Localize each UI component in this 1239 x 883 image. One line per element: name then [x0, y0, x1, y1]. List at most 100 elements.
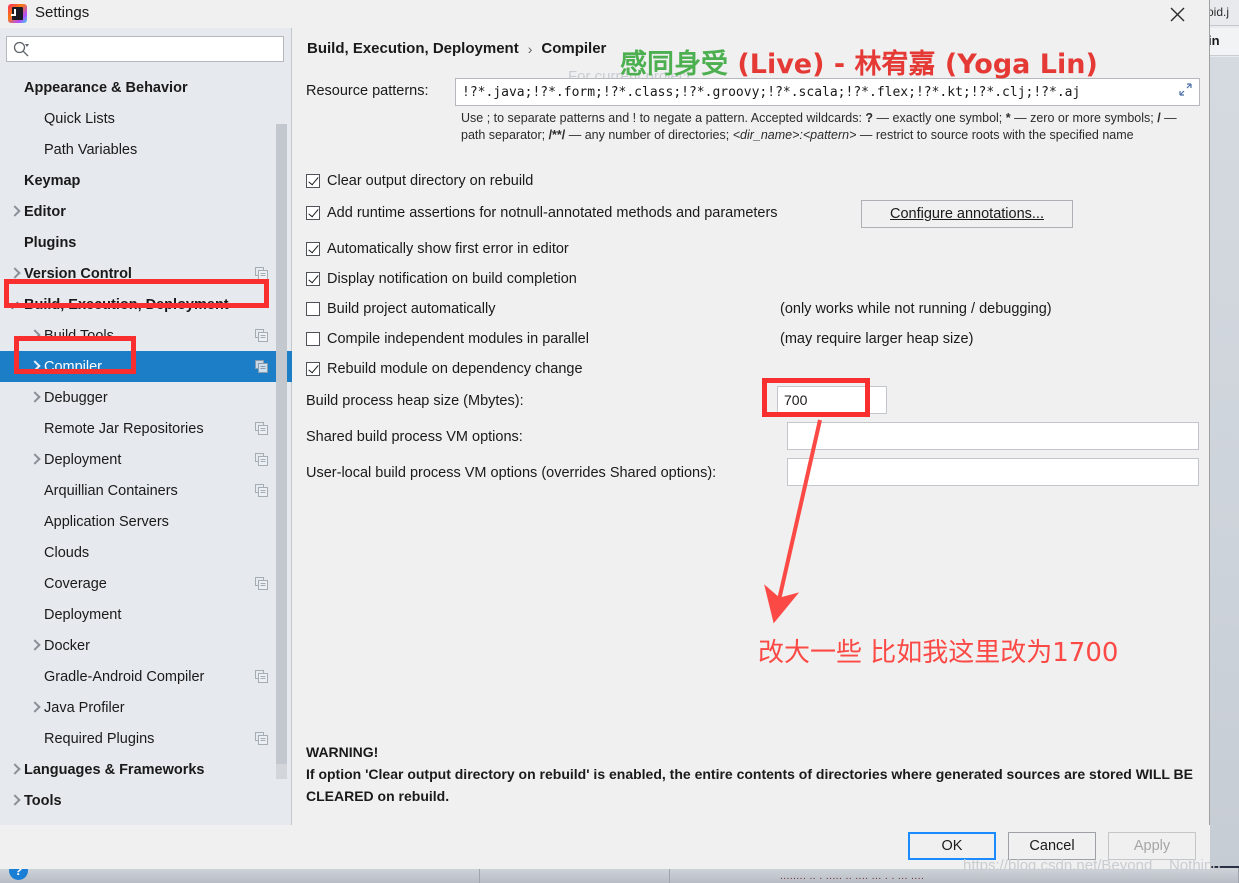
- checkbox-label-clear-output: Clear output directory on rebuild: [327, 173, 534, 189]
- sidebar-item-clouds[interactable]: Clouds: [0, 537, 292, 568]
- copy-icon[interactable]: [255, 360, 268, 373]
- help-part3: — zero or more symbols;: [1010, 111, 1158, 125]
- heap-size-input[interactable]: [777, 386, 887, 414]
- checkbox-row-runtime-assertions[interactable]: Add runtime assertions for notnull-annot…: [306, 205, 778, 221]
- settings-tree[interactable]: Appearance & Behavior Quick Lists Path Var…: [0, 72, 292, 825]
- ok-button-label: OK: [941, 838, 963, 854]
- configure-annotations-button[interactable]: Configure annotations...: [861, 200, 1073, 228]
- sidebar-item-docker[interactable]: Docker: [0, 630, 292, 661]
- checkbox-label-rebuild-on-dependency: Rebuild module on dependency change: [327, 361, 583, 377]
- chevron-right-icon[interactable]: [28, 360, 41, 373]
- warning-block: WARNING! If option 'Clear output directo…: [306, 741, 1201, 807]
- sidebar-scrollbar[interactable]: [276, 124, 287, 779]
- copy-icon[interactable]: [255, 484, 268, 497]
- checkbox-build-automatically[interactable]: [306, 302, 320, 316]
- checkbox-label-build-automatically: Build project automatically: [327, 301, 496, 317]
- sidebar-item-version-control[interactable]: Version Control: [0, 258, 292, 289]
- copy-icon[interactable]: [255, 732, 268, 745]
- shared-vm-options-input[interactable]: [787, 422, 1199, 450]
- sidebar-scrollbar-thumb[interactable]: [276, 124, 287, 764]
- sidebar-item-tools[interactable]: Tools: [0, 785, 292, 816]
- sidebar-item-application-servers[interactable]: Application Servers: [0, 506, 292, 537]
- user-local-vm-options-label: User-local build process VM options (ove…: [306, 465, 717, 481]
- checkbox-row-build-automatically[interactable]: Build project automatically: [306, 301, 495, 317]
- warning-title: WARNING!: [306, 744, 379, 760]
- chevron-right-icon[interactable]: [8, 267, 21, 280]
- heap-size-label: Build process heap size (Mbytes):: [306, 393, 524, 409]
- sidebar-item-required-plugins[interactable]: Required Plugins: [0, 723, 292, 754]
- sidebar-item-deployment[interactable]: Deployment: [0, 599, 292, 630]
- help-part6: — restrict to source roots with the spec…: [856, 128, 1134, 142]
- sidebar-item-editor[interactable]: Editor: [0, 196, 292, 227]
- sidebar-item-label: Compiler: [44, 358, 103, 375]
- resource-patterns-help-text: Use ; to separate patterns and ! to nega…: [461, 110, 1196, 144]
- help-wildcard-question: ?: [865, 111, 874, 125]
- sidebar-item-arquillian-containers[interactable]: Arquillian Containers: [0, 475, 292, 506]
- cancel-button[interactable]: Cancel: [1008, 832, 1096, 860]
- checkbox-display-notification[interactable]: [306, 272, 320, 286]
- checkbox-row-show-first-error[interactable]: Automatically show first error in editor: [306, 241, 569, 257]
- sidebar-item-label: Deployment: [44, 606, 122, 623]
- checkbox-show-first-error[interactable]: [306, 242, 320, 256]
- sidebar-item-java-profiler[interactable]: Java Profiler: [0, 692, 292, 723]
- sidebar-item-languages-frameworks[interactable]: Languages & Frameworks: [0, 754, 292, 785]
- checkbox-clear-output[interactable]: [306, 174, 320, 188]
- sidebar-item-quick-lists[interactable]: Quick Lists: [0, 103, 292, 134]
- help-part5: — any number of directories;: [565, 128, 733, 142]
- sidebar-item-debugger[interactable]: Debugger: [0, 382, 292, 413]
- sidebar-item-compiler[interactable]: Compiler: [0, 351, 292, 382]
- sidebar-item-label: Debugger: [44, 389, 108, 406]
- sidebar-item-keymap[interactable]: Keymap: [0, 165, 292, 196]
- checkbox-row-rebuild-on-dependency[interactable]: Rebuild module on dependency change: [306, 361, 583, 377]
- sidebar-item-label: Quick Lists: [44, 110, 115, 127]
- copy-icon[interactable]: [255, 670, 268, 683]
- checkbox-row-clear-output[interactable]: Clear output directory on rebuild: [306, 173, 533, 189]
- window-title: Settings: [35, 4, 90, 21]
- chevron-right-icon[interactable]: [8, 205, 21, 218]
- checkbox-row-display-notification[interactable]: Display notification on build completion: [306, 271, 577, 287]
- chevron-right-icon[interactable]: [28, 701, 41, 714]
- checkbox-parallel-modules[interactable]: [306, 332, 320, 346]
- chevron-right-icon[interactable]: [28, 329, 41, 342]
- sidebar-item-label: Docker: [44, 637, 90, 654]
- copy-icon[interactable]: [255, 577, 268, 590]
- sidebar-item-deployment[interactable]: Deployment: [0, 444, 292, 475]
- sidebar-item-coverage[interactable]: Coverage: [0, 568, 292, 599]
- sidebar-item-build-execution-deployment[interactable]: Build, Execution, Deployment: [0, 289, 292, 320]
- sidebar-item-path-variables[interactable]: Path Variables: [0, 134, 292, 165]
- copy-icon[interactable]: [255, 329, 268, 342]
- user-local-vm-options-input[interactable]: [787, 458, 1199, 486]
- sidebar-item-plugins[interactable]: Plugins: [0, 227, 292, 258]
- sidebar-item-appearance-behavior[interactable]: Appearance & Behavior: [0, 72, 292, 103]
- search-input[interactable]: [6, 36, 284, 62]
- checkbox-row-parallel-modules[interactable]: Compile independent modules in parallel: [306, 331, 589, 347]
- copy-icon[interactable]: [255, 422, 268, 435]
- sidebar-item-label: Languages & Frameworks: [24, 761, 205, 778]
- close-icon[interactable]: [1155, 0, 1199, 28]
- sidebar-item-build-tools[interactable]: Build Tools: [0, 320, 292, 351]
- expand-icon[interactable]: [1179, 83, 1192, 99]
- chevron-down-icon[interactable]: [8, 298, 21, 311]
- chevron-right-icon[interactable]: [28, 453, 41, 466]
- sidebar-item-remote-jar-repositories[interactable]: Remote Jar Repositories: [0, 413, 292, 444]
- resource-patterns-input[interactable]: [455, 78, 1200, 106]
- copy-icon[interactable]: [255, 267, 268, 280]
- breadcrumb-root[interactable]: Build, Execution, Deployment: [307, 40, 519, 57]
- chevron-right-icon[interactable]: [28, 639, 41, 652]
- checkbox-runtime-assertions[interactable]: [306, 206, 320, 220]
- chevron-right-icon[interactable]: [28, 391, 41, 404]
- chevron-right-icon[interactable]: [8, 763, 21, 776]
- sidebar-item-label: Application Servers: [44, 513, 169, 530]
- sidebar-item-gradle-android-compiler[interactable]: Gradle-Android Compiler: [0, 661, 292, 692]
- checkbox-rebuild-on-dependency[interactable]: [306, 362, 320, 376]
- chevron-right-icon[interactable]: [8, 794, 21, 807]
- breadcrumb-leaf: Compiler: [541, 40, 607, 57]
- copy-icon[interactable]: [255, 453, 268, 466]
- sidebar-item-label: Java Profiler: [44, 699, 125, 716]
- ok-button[interactable]: OK: [908, 832, 996, 860]
